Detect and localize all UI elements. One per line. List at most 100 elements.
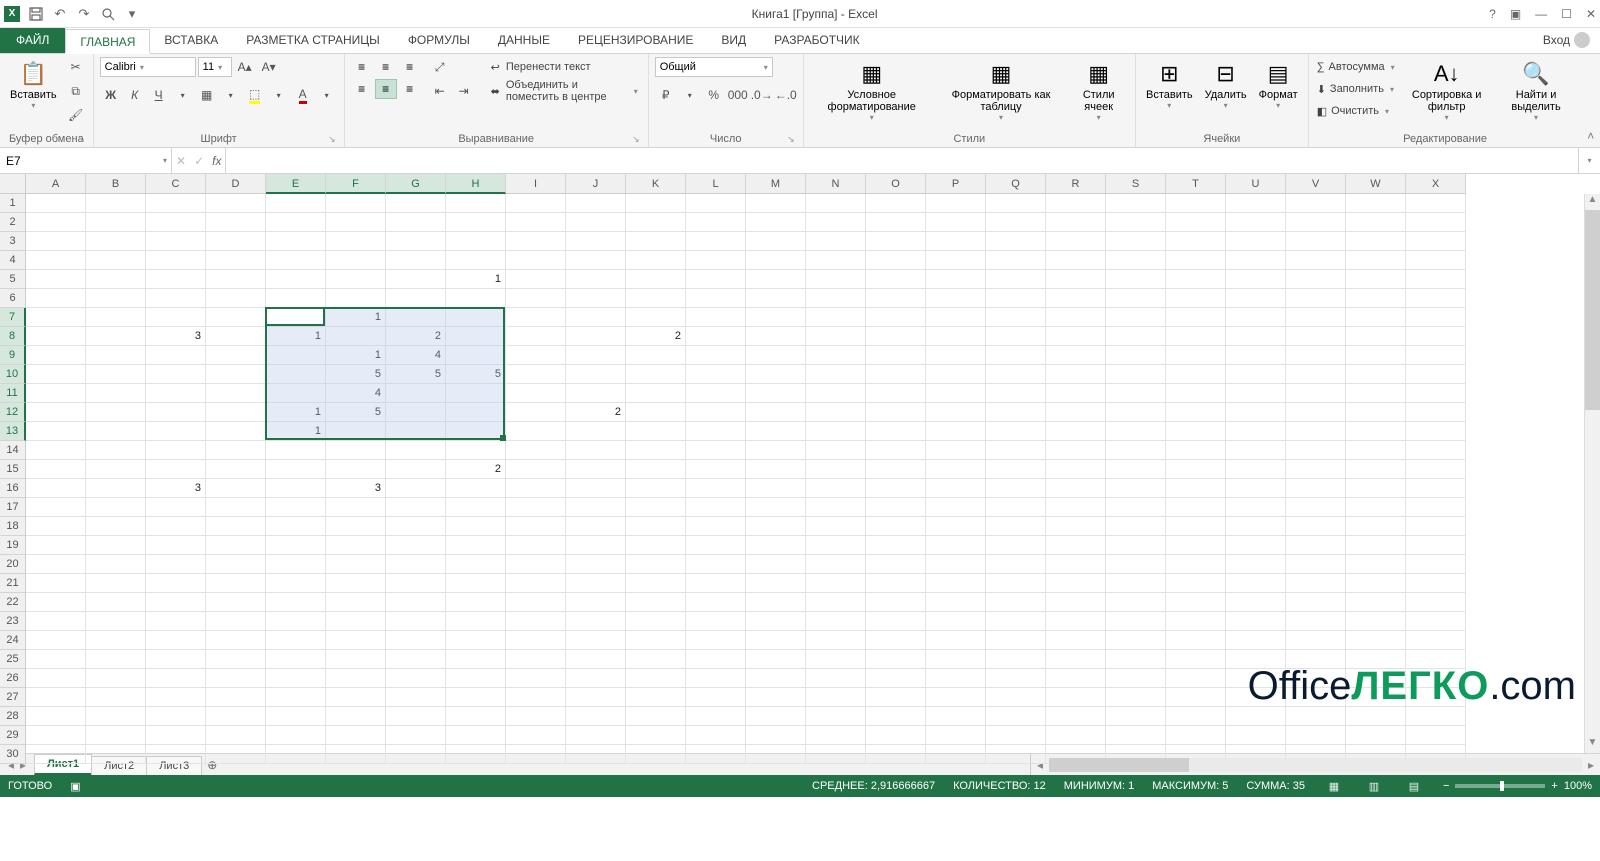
cell[interactable]: [1046, 669, 1106, 688]
cell[interactable]: [626, 308, 686, 327]
cell[interactable]: [1346, 270, 1406, 289]
cell[interactable]: [926, 346, 986, 365]
cell[interactable]: [1106, 631, 1166, 650]
cell[interactable]: 5: [386, 365, 446, 384]
cell[interactable]: [506, 270, 566, 289]
col-header-X[interactable]: X: [1406, 174, 1466, 194]
cell[interactable]: [806, 517, 866, 536]
cell[interactable]: [566, 346, 626, 365]
cell[interactable]: [1346, 384, 1406, 403]
cell[interactable]: [1046, 384, 1106, 403]
cell[interactable]: [26, 422, 86, 441]
tab-view[interactable]: ВИД: [707, 28, 760, 53]
align-top-icon[interactable]: ≡: [351, 57, 373, 77]
cell[interactable]: [1046, 593, 1106, 612]
insert-cells-button[interactable]: ⊞Вставить▾: [1142, 57, 1197, 112]
cell[interactable]: [1106, 479, 1166, 498]
cell[interactable]: [1286, 327, 1346, 346]
cell[interactable]: [746, 650, 806, 669]
sign-in[interactable]: Вход: [1533, 27, 1600, 53]
cell[interactable]: [566, 270, 626, 289]
cell[interactable]: [446, 612, 506, 631]
cell[interactable]: [866, 479, 926, 498]
col-header-C[interactable]: C: [146, 174, 206, 194]
cell[interactable]: [206, 555, 266, 574]
cell[interactable]: [1166, 574, 1226, 593]
cell[interactable]: [1046, 536, 1106, 555]
cell[interactable]: [866, 441, 926, 460]
cell[interactable]: [386, 384, 446, 403]
cell[interactable]: [206, 726, 266, 745]
cell[interactable]: [1346, 574, 1406, 593]
fontcolor-dd-icon[interactable]: ▾: [316, 85, 338, 105]
cell[interactable]: [926, 555, 986, 574]
increase-decimal-icon[interactable]: .0→: [751, 85, 773, 105]
cell[interactable]: [746, 555, 806, 574]
cell[interactable]: [1046, 308, 1106, 327]
cell[interactable]: [566, 593, 626, 612]
align-bottom-icon[interactable]: ≡: [399, 57, 421, 77]
cell[interactable]: [506, 612, 566, 631]
cell[interactable]: [1286, 479, 1346, 498]
minimize-icon[interactable]: —: [1535, 7, 1547, 21]
cell[interactable]: [806, 669, 866, 688]
cell[interactable]: [86, 536, 146, 555]
cell[interactable]: [1106, 498, 1166, 517]
cell[interactable]: [26, 479, 86, 498]
italic-button[interactable]: К: [124, 85, 146, 105]
cell[interactable]: [1286, 726, 1346, 745]
col-header-W[interactable]: W: [1346, 174, 1406, 194]
cell[interactable]: [866, 384, 926, 403]
cell[interactable]: [1406, 669, 1466, 688]
cell[interactable]: [206, 289, 266, 308]
cell[interactable]: [446, 403, 506, 422]
cell[interactable]: [746, 251, 806, 270]
cell[interactable]: [986, 631, 1046, 650]
cell[interactable]: [86, 289, 146, 308]
cell[interactable]: [26, 555, 86, 574]
cell[interactable]: [1046, 422, 1106, 441]
cell[interactable]: [866, 574, 926, 593]
column-headers[interactable]: ABCDEFGHIJKLMNOPQRSTUVWX: [26, 174, 1466, 194]
cell[interactable]: [326, 441, 386, 460]
cell[interactable]: [686, 365, 746, 384]
cell[interactable]: [686, 270, 746, 289]
cell[interactable]: [506, 232, 566, 251]
cell[interactable]: [926, 441, 986, 460]
vertical-scrollbar[interactable]: ▲ ▼: [1584, 194, 1600, 753]
font-color-icon[interactable]: A: [292, 85, 314, 105]
cell[interactable]: [206, 631, 266, 650]
cell[interactable]: [1106, 574, 1166, 593]
cell[interactable]: [1106, 194, 1166, 213]
cell[interactable]: [686, 555, 746, 574]
cell[interactable]: [1346, 365, 1406, 384]
cell[interactable]: [446, 688, 506, 707]
cell[interactable]: [146, 403, 206, 422]
cell[interactable]: [866, 232, 926, 251]
cell[interactable]: [1106, 441, 1166, 460]
cell[interactable]: [1346, 289, 1406, 308]
cell[interactable]: [1406, 726, 1466, 745]
cell[interactable]: [386, 688, 446, 707]
cell[interactable]: [626, 612, 686, 631]
cell[interactable]: [806, 308, 866, 327]
col-header-O[interactable]: O: [866, 174, 926, 194]
cell[interactable]: [866, 612, 926, 631]
cell[interactable]: [86, 422, 146, 441]
cell[interactable]: 5: [326, 365, 386, 384]
cell[interactable]: [866, 536, 926, 555]
cell[interactable]: [566, 460, 626, 479]
cell[interactable]: [206, 441, 266, 460]
close-icon[interactable]: ✕: [1586, 7, 1596, 21]
cell[interactable]: [686, 308, 746, 327]
horizontal-scrollbar[interactable]: ◂ ▸: [1030, 754, 1600, 775]
cell[interactable]: [1346, 479, 1406, 498]
cell[interactable]: [1046, 251, 1106, 270]
cell[interactable]: [1106, 213, 1166, 232]
cell[interactable]: [206, 365, 266, 384]
cell[interactable]: [506, 555, 566, 574]
cell[interactable]: [1166, 270, 1226, 289]
cell[interactable]: [86, 479, 146, 498]
cell[interactable]: [866, 726, 926, 745]
cell[interactable]: [626, 270, 686, 289]
